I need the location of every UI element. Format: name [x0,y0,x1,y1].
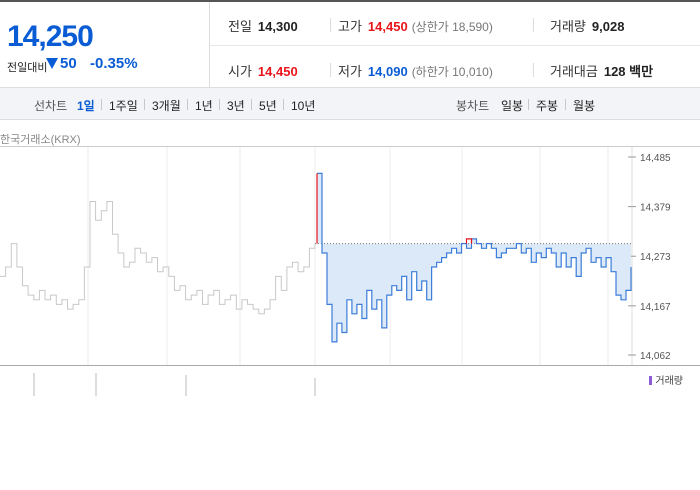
series-previous-line [0,201,316,315]
y-tick-label: 14,062 [640,351,671,362]
y-tick-label: 14,379 [640,203,671,214]
y-tick-label: 14,485 [640,153,671,164]
price-chart: 14,485 14,379 14,273 14,167 14,062 [0,147,671,396]
volume-swatch [649,376,653,385]
series-up-segments [316,173,473,244]
y-tick-label: 14,273 [640,252,671,263]
volume-legend: 거래량 [649,372,683,387]
y-tick-label: 14,167 [640,302,671,313]
volume-legend-label: 거래량 [655,376,683,387]
series-today-fill [317,173,631,342]
